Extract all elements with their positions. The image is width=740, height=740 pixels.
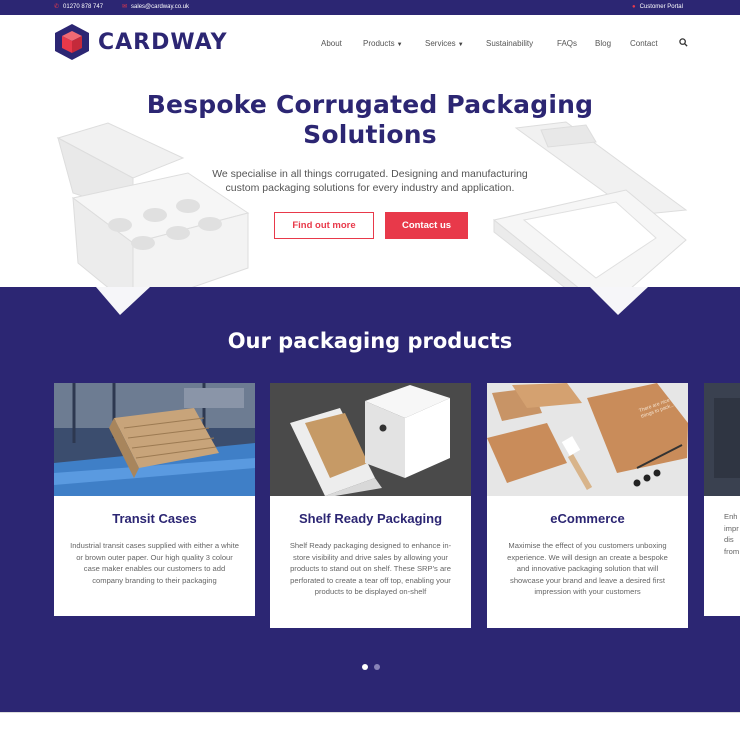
hero-section: Bespoke Corrugated Packaging Solutions W… <box>0 70 740 300</box>
card-description: Industrial transit cases supplied with e… <box>70 541 239 585</box>
customer-portal-link[interactable]: ● Customer Portal <box>632 4 683 10</box>
user-icon: ● <box>632 4 636 10</box>
nav-about[interactable]: About <box>321 39 342 48</box>
carousel-dot-2[interactable] <box>374 664 380 670</box>
nav-sustainability[interactable]: Sustainability <box>486 39 533 48</box>
transit-cases-image <box>54 383 255 496</box>
nav-blog[interactable]: Blog <box>595 39 611 48</box>
email-address: sales@cardway.co.uk <box>131 4 190 10</box>
find-out-more-button[interactable]: Find out more <box>274 212 374 239</box>
card-title: Transit Cases <box>112 511 197 526</box>
nav-contact[interactable]: Contact <box>630 39 658 48</box>
hero-box-overlap-shapes <box>96 287 648 315</box>
contact-us-button[interactable]: Contact us <box>385 212 468 239</box>
email-link[interactable]: ✉ sales@cardway.co.uk <box>122 4 189 10</box>
hero-title-line2: Solutions <box>303 120 437 149</box>
cube-logo-icon <box>55 24 89 60</box>
footer-strip <box>0 712 740 740</box>
product-card-ecommerce[interactable]: There are nice things to pack... eCommer… <box>487 383 688 628</box>
nav-services-label: Services <box>425 39 456 48</box>
site-header: CARDWAY About Products ▼ Services ▼ Sustai… <box>0 15 740 70</box>
search-icon[interactable] <box>679 38 688 47</box>
phone-link[interactable]: ✆ 01270 878 747 <box>54 4 103 10</box>
customer-portal-label: Customer Portal <box>639 4 683 10</box>
logo-text: CARDWAY <box>98 29 228 55</box>
envelope-icon: ✉ <box>122 4 128 10</box>
ecommerce-image: There are nice things to pack... <box>487 383 688 496</box>
carousel-dots <box>362 664 380 670</box>
chevron-down-icon: ▼ <box>457 42 464 48</box>
nav-services[interactable]: Services ▼ <box>425 39 464 48</box>
carousel-dot-1[interactable] <box>362 664 368 670</box>
products-title: Our packaging products <box>227 329 513 353</box>
logo[interactable]: CARDWAY <box>54 23 228 61</box>
card-description: Maximise the effect of you customers unb… <box>507 541 668 596</box>
product-card-partial[interactable]: Enh impr dis from <box>704 383 740 616</box>
top-bar: ✆ 01270 878 747 ✉ sales@cardway.co.uk ● … <box>0 0 740 15</box>
nav-faqs[interactable]: FAQs <box>557 39 577 48</box>
card-title: Shelf Ready Packaging <box>298 511 443 526</box>
nav-products-label: Products <box>363 39 395 48</box>
product-card-shelf-ready-packaging[interactable]: Shelf Ready Packaging Shelf Ready packag… <box>270 383 471 628</box>
hero-title-line1: Bespoke Corrugated Packaging <box>146 90 594 119</box>
card-description: Shelf Ready packaging designed to enhanc… <box>289 541 452 596</box>
products-section: Our packaging products Transit Cases Ind… <box>0 287 740 712</box>
partial-card-image <box>704 383 740 496</box>
card-description: Enh impr dis from <box>724 512 740 556</box>
hero-title: Bespoke Corrugated Packaging Solutions <box>0 90 740 150</box>
nav-products[interactable]: Products ▼ <box>363 39 403 48</box>
product-card-transit-cases[interactable]: Transit Cases Industrial transit cases s… <box>54 383 255 616</box>
card-title: eCommerce <box>550 511 625 526</box>
hero-subtitle: We specialise in all things corrugated. … <box>212 168 528 194</box>
phone-number: 01270 878 747 <box>63 4 104 10</box>
phone-icon: ✆ <box>54 4 60 10</box>
chevron-down-icon: ▼ <box>396 42 403 48</box>
shelf-ready-packaging-image <box>270 383 471 496</box>
